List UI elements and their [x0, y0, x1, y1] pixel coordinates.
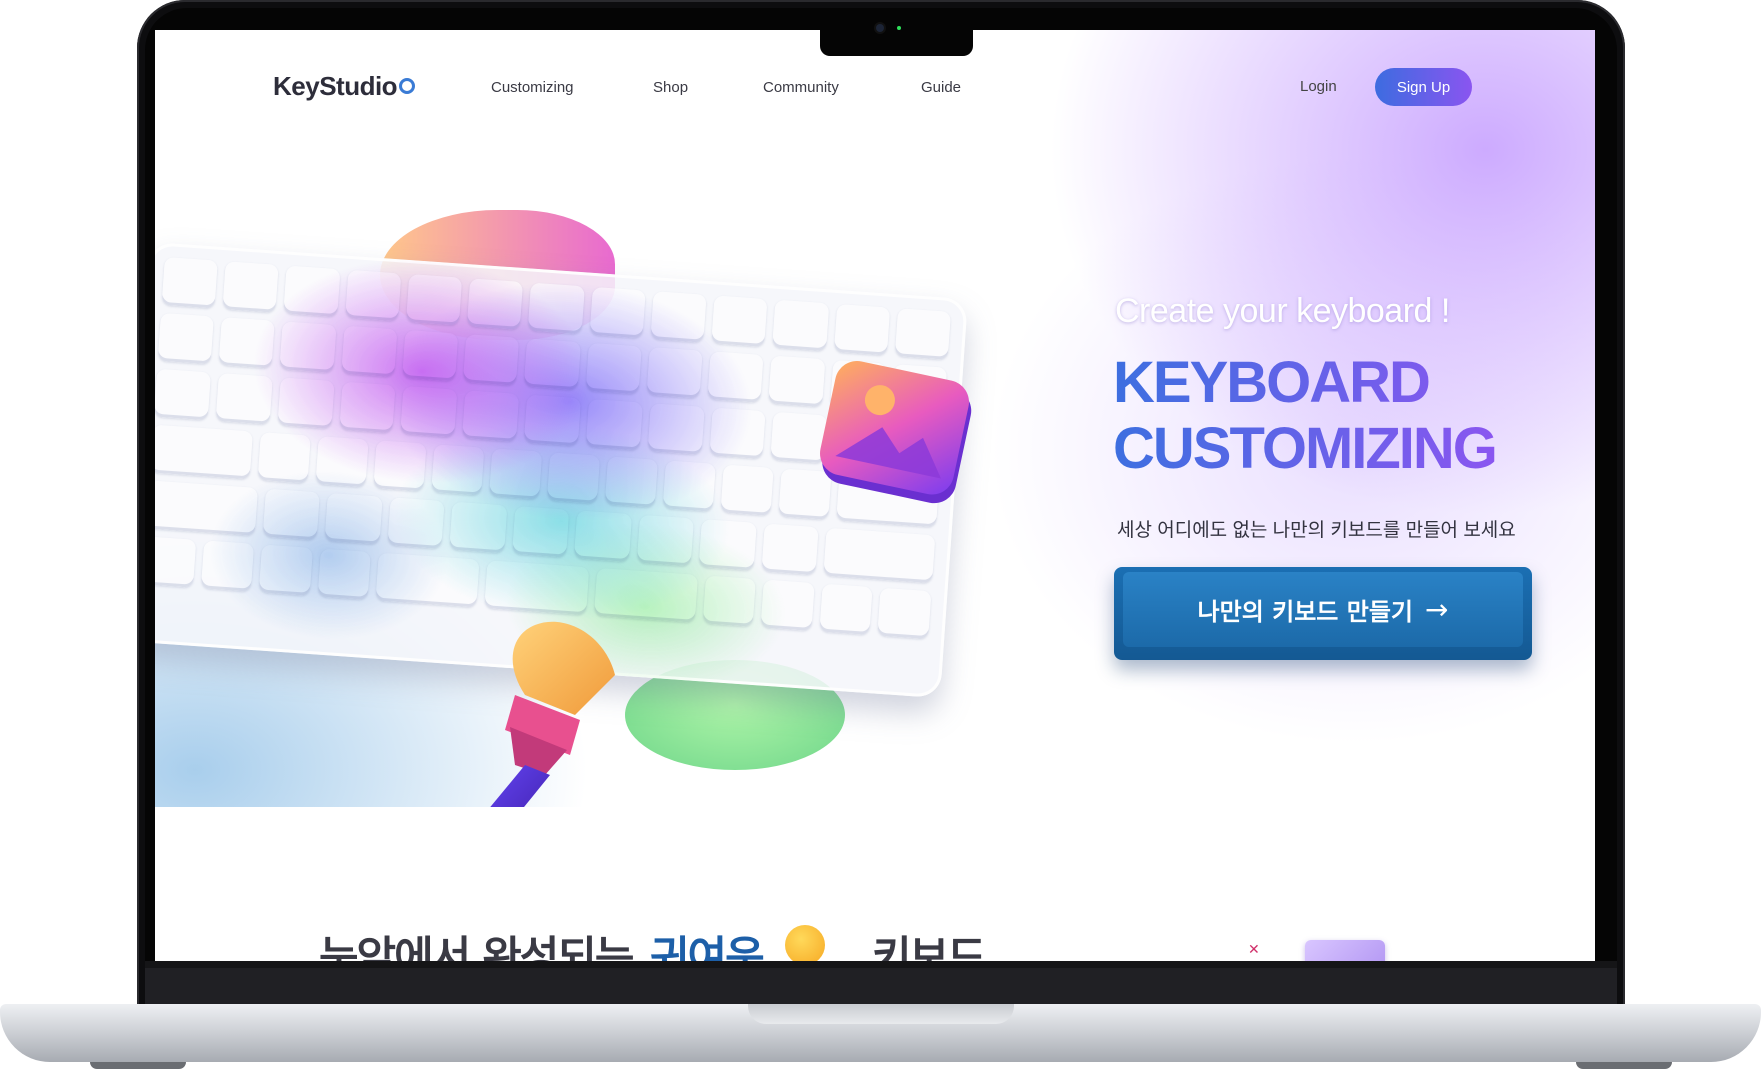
feature-section: 눈앞에서 완성되는 귀여운 키보드 ● ✕ — [155, 807, 1595, 961]
kissing-face-emoji — [785, 925, 825, 961]
image-icon — [820, 360, 972, 504]
hero-subtitle: 세상 어디에도 없는 나만의 키보드를 만들어 보세요 — [1117, 520, 1516, 541]
laptop-hinge — [145, 968, 1617, 1004]
section-title-highlight: 귀여운 — [650, 933, 765, 961]
sparkle-icon: ✕ — [1248, 941, 1260, 957]
hero-title: KEYBOARD CUSTOMIZING — [1113, 350, 1496, 482]
sparkle-icon: ● — [1167, 957, 1175, 961]
camera-notch — [820, 24, 973, 56]
nav-link-community[interactable]: Community — [763, 79, 839, 96]
decor-image-icon — [1305, 940, 1385, 961]
nav-link-guide[interactable]: Guide — [921, 79, 961, 96]
signup-button[interactable]: Sign Up — [1375, 68, 1472, 106]
login-link[interactable]: Login — [1300, 78, 1337, 95]
screen: KeyStudio Customizing Shop Community Gui… — [155, 30, 1595, 961]
arrow-right-icon: → — [1424, 593, 1449, 626]
logo-text: KeyStudio — [273, 71, 398, 101]
hero-title-line-2: CUSTOMIZING — [1113, 416, 1496, 481]
create-keyboard-button[interactable]: 나만의 키보드 만들기 → — [1114, 567, 1532, 660]
cta-inner: 나만의 키보드 만들기 → — [1123, 572, 1523, 647]
laptop-foot-left — [90, 1062, 186, 1069]
logo[interactable]: KeyStudio — [273, 71, 416, 102]
hero-illustration — [155, 160, 1055, 860]
hero-eyebrow: Create your keyboard ! — [1115, 292, 1450, 330]
laptop-foot-right — [1576, 1062, 1672, 1069]
laptop-trackpad-notch — [748, 1004, 1014, 1024]
section-title-right: 키보드 — [872, 933, 987, 961]
nav-link-shop[interactable]: Shop — [653, 79, 688, 96]
hero-title-line-1: KEYBOARD — [1113, 350, 1429, 415]
logo-dot-icon — [399, 78, 416, 94]
cta-label: 나만의 키보드 만들기 — [1197, 598, 1413, 626]
camera-icon — [876, 24, 884, 32]
camera-led — [897, 26, 901, 30]
section-title-left: 눈앞에서 완성되는 — [319, 933, 634, 961]
nav-link-customizing[interactable]: Customizing — [491, 79, 574, 96]
